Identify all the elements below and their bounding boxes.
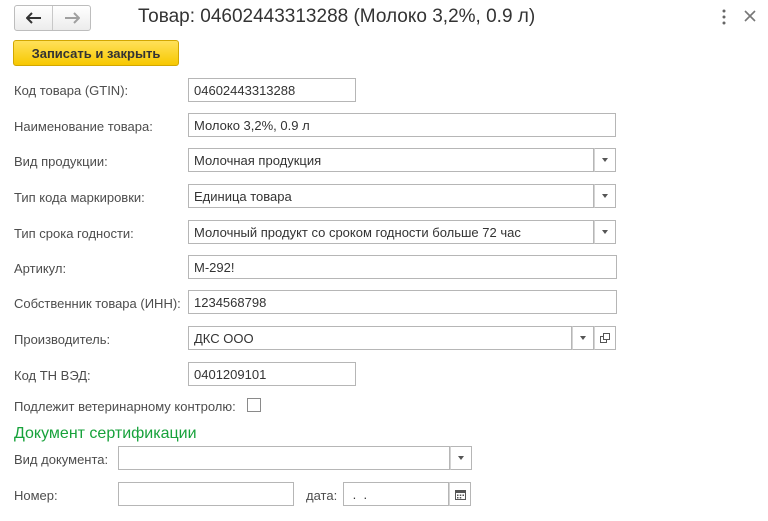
article-field[interactable]: М-292! [188, 255, 617, 279]
marking-code-type-dropdown-button[interactable] [594, 184, 616, 208]
chevron-down-icon [602, 230, 608, 234]
tnved-field[interactable]: 0401209101 [188, 362, 356, 386]
product-name-field[interactable]: Молоко 3,2%, 0.9 л [188, 113, 616, 137]
calendar-icon [454, 489, 466, 500]
marking-code-type-label: Тип кода маркировки: [14, 190, 145, 205]
product-type-select[interactable]: Молочная продукция [188, 148, 594, 172]
close-icon[interactable] [742, 8, 758, 24]
manufacturer-dropdown-button[interactable] [572, 326, 594, 350]
shelf-life-type-label: Тип срока годности: [14, 226, 134, 241]
shelf-life-type-select[interactable]: Молочный продукт со сроком годности боль… [188, 220, 594, 244]
shelf-life-type-dropdown-button[interactable] [594, 220, 616, 244]
number-field[interactable] [118, 482, 294, 506]
doc-type-label: Вид документа: [14, 452, 109, 467]
marking-code-type-select[interactable]: Единица товара [188, 184, 594, 208]
manufacturer-select[interactable]: ДКС ООО [188, 326, 572, 350]
manufacturer-open-button[interactable] [594, 326, 616, 350]
more-actions-icon[interactable] [720, 7, 728, 27]
vet-control-label: Подлежит ветеринарному контролю: [14, 399, 236, 414]
chevron-down-icon [602, 194, 608, 198]
date-label: дата: [306, 488, 338, 503]
open-window-icon [600, 333, 610, 343]
gtin-label: Код товара (GTIN): [14, 83, 129, 98]
doc-type-select[interactable] [118, 446, 450, 470]
chevron-down-icon [458, 456, 464, 460]
navigation-buttons [14, 5, 91, 31]
article-label: Артикул: [14, 261, 67, 276]
manufacturer-label: Производитель: [14, 332, 111, 347]
owner-inn-field[interactable]: 1234568798 [188, 290, 617, 314]
forward-button[interactable] [52, 6, 90, 30]
date-field[interactable]: . . [343, 482, 449, 506]
product-type-dropdown-button[interactable] [594, 148, 616, 172]
chevron-down-icon [602, 158, 608, 162]
arrow-left-icon [25, 12, 41, 24]
page-title: Товар: 04602443313288 (Молоко 3,2%, 0.9 … [138, 6, 536, 27]
vet-control-checkbox[interactable] [247, 398, 261, 412]
owner-inn-label: Собственник товара (ИНН): [14, 296, 181, 311]
gtin-field[interactable]: 04602443313288 [188, 78, 356, 102]
product-type-label: Вид продукции: [14, 154, 108, 169]
save-and-close-button[interactable]: Записать и закрыть [13, 40, 179, 66]
calendar-button[interactable] [449, 482, 471, 506]
product-name-label: Наименование товара: [14, 119, 153, 134]
number-label: Номер: [14, 488, 58, 503]
certification-section-title: Документ сертификации [14, 425, 197, 442]
back-button[interactable] [15, 6, 52, 30]
tnved-label: Код ТН ВЭД: [14, 368, 91, 383]
chevron-down-icon [580, 336, 586, 340]
doc-type-dropdown-button[interactable] [450, 446, 472, 470]
arrow-right-icon [64, 12, 80, 24]
